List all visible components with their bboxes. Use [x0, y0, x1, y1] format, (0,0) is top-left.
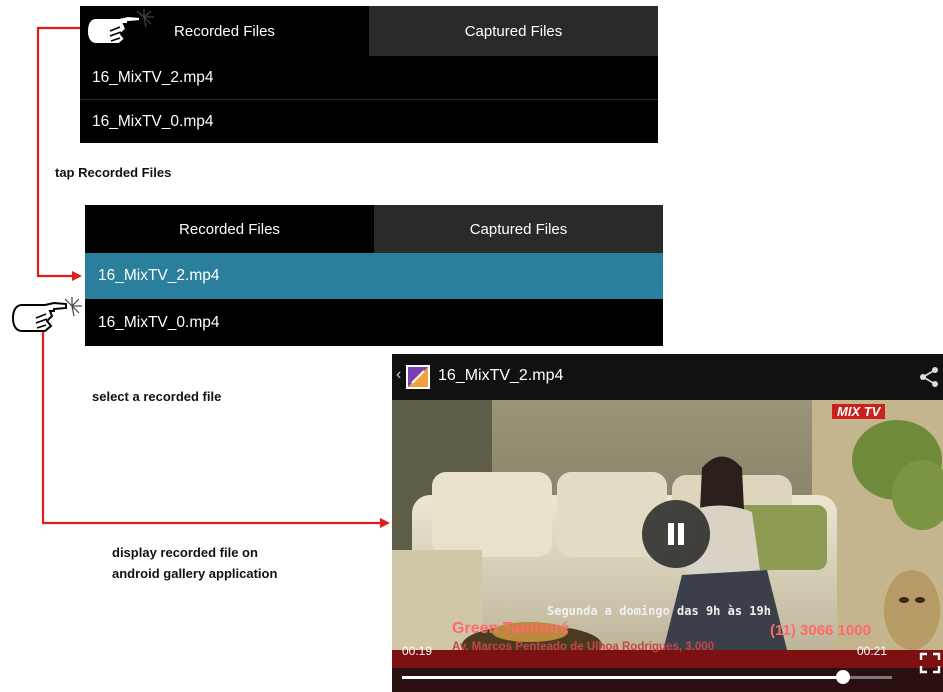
instruction-step-3-line-2: android gallery application	[112, 566, 278, 581]
ticker-schedule: Segunda a domingo das 9h às 19h	[547, 604, 771, 618]
tab-captured-files[interactable]: Captured Files	[369, 6, 658, 56]
file-name: 16_MixTV_2.mp4	[92, 68, 214, 86]
list-item[interactable]: 16_MixTV_2.mp4	[80, 56, 658, 99]
instruction-step-2: select a recorded file	[92, 389, 222, 404]
instruction-step-1: tap Recorded Files	[55, 165, 172, 180]
back-chevron-icon[interactable]: ‹	[396, 366, 401, 384]
file-name: 16_MixTV_0.mp4	[98, 313, 220, 331]
file-name: 16_MixTV_2.mp4	[98, 267, 220, 284]
list-item[interactable]: 16_MixTV_0.mp4	[80, 99, 658, 143]
tap-hand-icon	[85, 9, 154, 45]
ticker-address: Av. Marcos Penteado de Ulhoa Rodrigues, …	[452, 641, 715, 653]
video-title: 16_MixTV_2.mp4	[438, 367, 564, 384]
total-duration: 00:21	[857, 644, 888, 658]
ticker-name: Green Tamboré	[452, 620, 570, 637]
list-item-selected[interactable]: 16_MixTV_2.mp4	[85, 253, 663, 299]
gallery-app-icon	[406, 365, 430, 389]
tab-bar: Recorded Files Captured Files	[85, 205, 663, 253]
seek-bar-thumb[interactable]	[836, 670, 850, 684]
elapsed-time: 00:19	[402, 644, 433, 658]
video-top-bar: ‹ 16_MixTV_2.mp4	[392, 354, 943, 400]
tab-recorded-files[interactable]: Recorded Files	[85, 205, 374, 253]
seek-bar-track[interactable]	[402, 676, 892, 679]
seek-bar-progress	[402, 676, 843, 679]
list-item[interactable]: 16_MixTV_0.mp4	[85, 299, 663, 346]
tap-hand-icon	[11, 297, 82, 332]
gallery-video-player: MIX TV Segunda a domingo das 9h às 19h G…	[392, 354, 943, 692]
file-name: 16_MixTV_0.mp4	[92, 112, 214, 130]
ticker-phone: (11) 3066 1000	[770, 622, 871, 639]
file-list-panel-after: Recorded Files Captured Files 16_MixTV_2…	[85, 205, 663, 346]
pause-icon	[668, 523, 684, 545]
channel-watermark: MIX TV	[832, 404, 886, 419]
tab-captured-files[interactable]: Captured Files	[374, 205, 663, 253]
fullscreen-icon[interactable]	[919, 652, 941, 674]
file-list-panel-before: Recorded Files Captured Files 16_MixTV_2…	[80, 6, 658, 143]
tab-bar: Recorded Files Captured Files	[80, 6, 658, 56]
share-icon[interactable]	[918, 366, 940, 388]
pause-button[interactable]	[642, 500, 710, 568]
instruction-step-3-line-1: display recorded file on	[112, 545, 258, 560]
